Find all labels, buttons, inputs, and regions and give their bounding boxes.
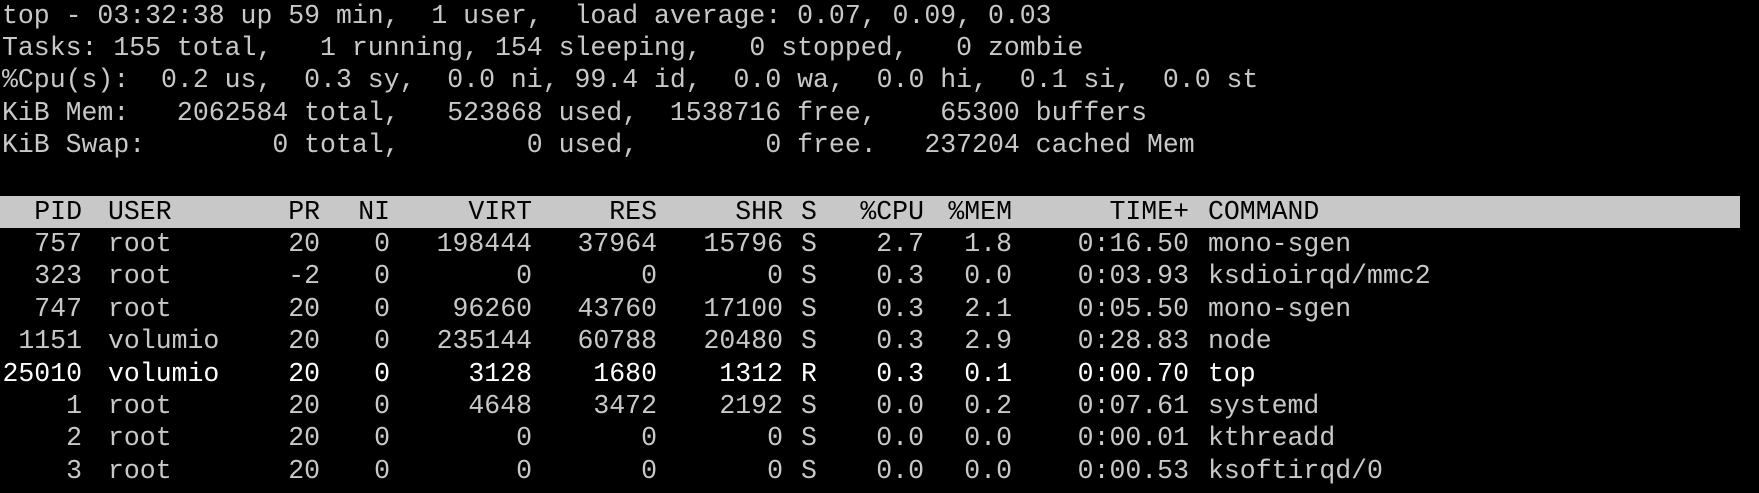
cell-pid: 747 — [34, 294, 82, 324]
cell-pid: 3 — [66, 456, 82, 486]
cell-time: 0:00.53 — [1077, 456, 1189, 486]
swap-line: KiB Swap: 0 total, 0 used, 0 free. 23720… — [2, 130, 1195, 160]
cell-pid: 1 — [66, 391, 82, 421]
cpu-line: %Cpu(s): 0.2 us, 0.3 sy, 0.0 ni, 99.4 id… — [2, 65, 1259, 95]
cell-time: 0:07.61 — [1077, 391, 1189, 421]
cell-command: node — [1208, 326, 1272, 356]
cell-pid: 25010 — [2, 359, 82, 389]
cell-time: 0:00.01 — [1077, 423, 1189, 453]
cell-time: 0:28.83 — [1077, 326, 1189, 356]
cell-command: kthreadd — [1208, 423, 1336, 453]
cell-command: ksdioirqd/mmc2 — [1208, 261, 1431, 291]
cell-time: 0:03.93 — [1077, 261, 1189, 291]
cell-command: top — [1208, 359, 1256, 389]
cell-time: 0:05.50 — [1077, 294, 1189, 324]
column-header-pid: PID — [34, 197, 82, 227]
cell-time: 0:00.70 — [1077, 359, 1189, 389]
cell-time: 0:16.50 — [1077, 229, 1189, 259]
uptime-line: top - 03:32:38 up 59 min, 1 user, load a… — [2, 1, 1052, 31]
cell-pid: 757 — [34, 229, 82, 259]
cell-pid: 1151 — [18, 326, 82, 356]
cell-command: mono-sgen — [1208, 229, 1352, 259]
cell-pid: 2 — [66, 423, 82, 453]
cell-command: ksoftirqd/0 — [1208, 456, 1383, 486]
tasks-line: Tasks: 155 total, 1 running, 154 sleepin… — [2, 33, 1084, 63]
cell-pid: 323 — [34, 261, 82, 291]
mem-line: KiB Mem: 2062584 total, 523868 used, 153… — [2, 98, 1147, 128]
column-header-command: COMMAND — [1208, 197, 1320, 227]
column-header-time: TIME+ — [1109, 197, 1189, 227]
cell-command: systemd — [1208, 391, 1320, 421]
cell-command: mono-sgen — [1208, 294, 1352, 324]
